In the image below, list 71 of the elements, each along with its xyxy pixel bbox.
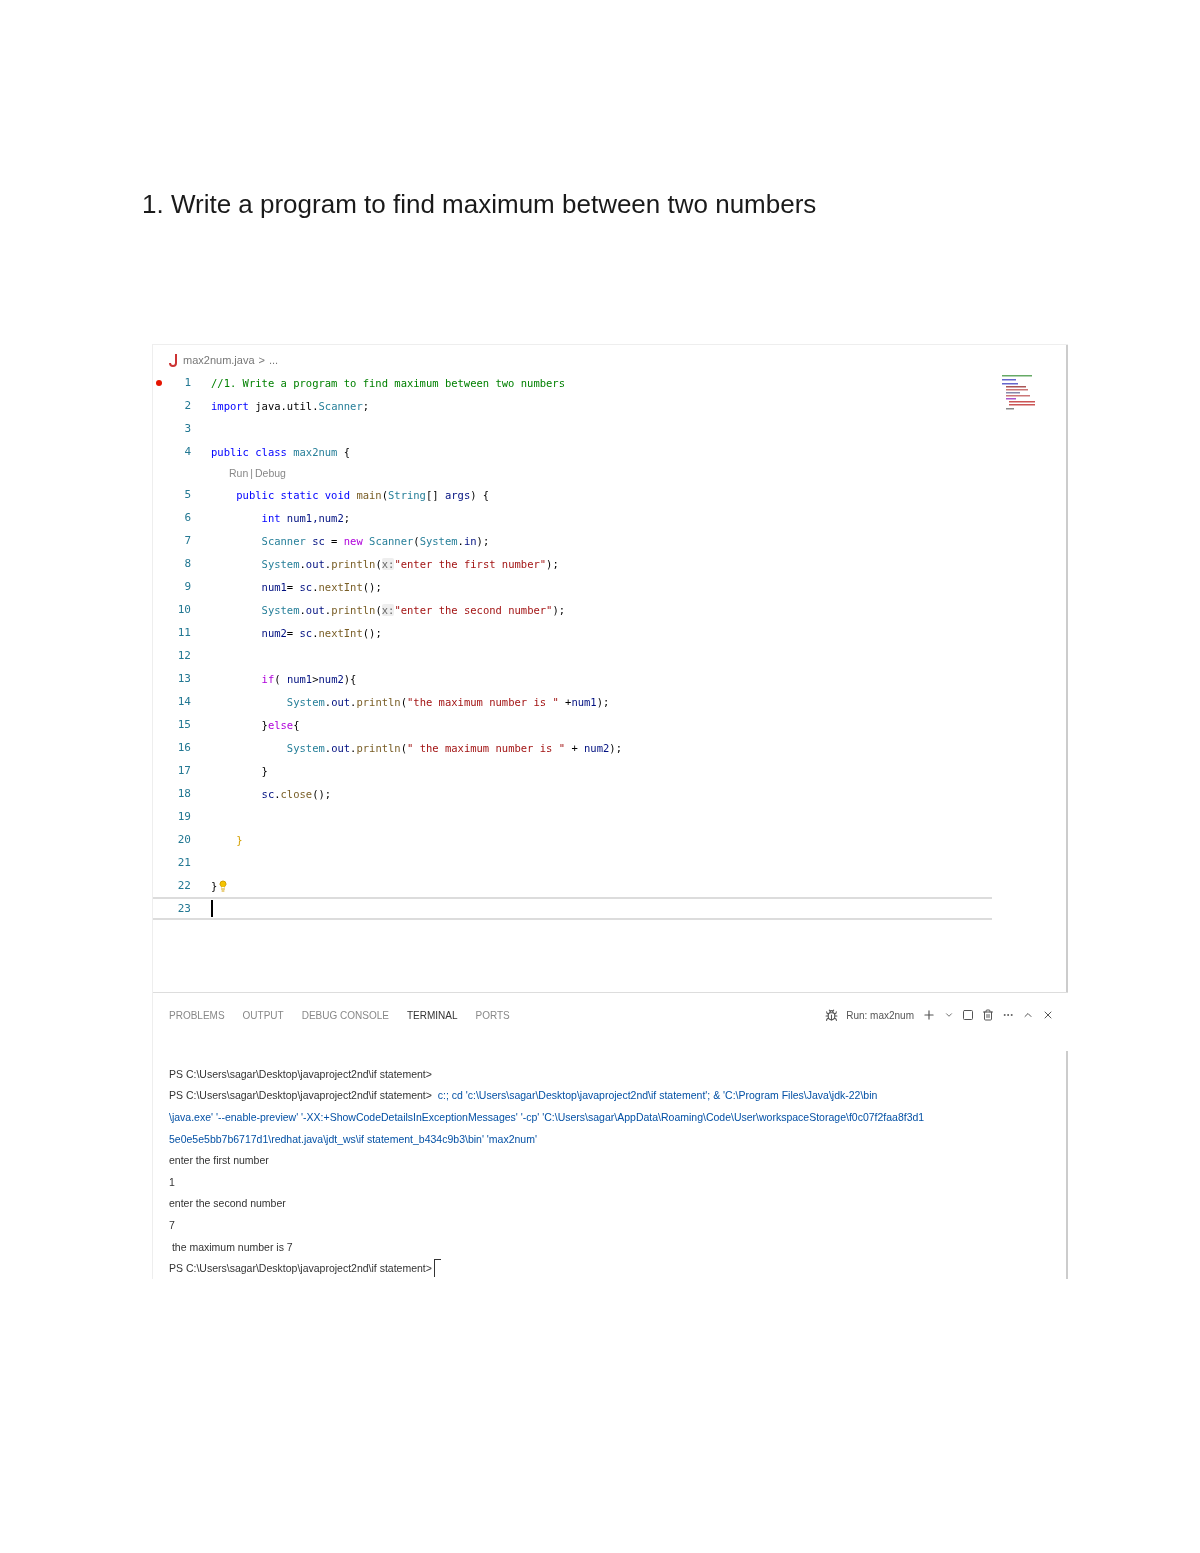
code-line: System.out.println(x:"enter the second number"); <box>260 603 566 616</box>
line-number: 15 <box>176 718 191 731</box>
line-number: 9 <box>183 580 191 593</box>
code-line: System.out.println(" the maximum number is " + num2); <box>285 741 622 754</box>
breadcrumb-separator: > <box>258 354 265 366</box>
panel-tab[interactable]: PROBLEMS <box>169 1009 225 1021</box>
line-number: 17 <box>176 764 191 777</box>
terminal-line: \java.exe' '--enable-preview' '-XX:+ShowCodeDetailsInExceptionMessages' '-cp' 'C:\Users\sagar\AppData\Roaming\Code\User\workspaceStorage\f0c07f2faa8f3d1 <box>169 1111 925 1124</box>
terminal-line: 7 <box>169 1219 175 1231</box>
terminal-line: 5e0e5e5bb7b6717d1\redhat.java\jdt_ws\if statement_b434c9b3\bin' 'max2num' <box>169 1132 537 1145</box>
run-link[interactable]: Run <box>229 467 249 479</box>
line-number: 20 <box>176 833 191 846</box>
breadcrumb-file[interactable]: max2num.java <box>183 354 255 366</box>
line-number: 12 <box>176 649 191 662</box>
terminal-line: the maximum number is 7 <box>170 1240 293 1253</box>
line-number: 6 <box>183 511 191 524</box>
line-number: 7 <box>183 534 191 547</box>
code-line: num1= sc.nextInt(); <box>260 580 382 593</box>
line-number: 11 <box>176 626 191 639</box>
panel-tab[interactable]: OUTPUT <box>242 1009 284 1021</box>
code-line: num2= sc.nextInt(); <box>260 626 382 639</box>
add-icon[interactable] <box>922 1008 936 1023</box>
line-number: 21 <box>176 856 191 869</box>
terminal-name[interactable]: Run: max2num <box>846 1009 914 1021</box>
panel-tab[interactable]: DEBUG CONSOLE <box>301 1009 389 1021</box>
debug-icon[interactable] <box>825 1008 839 1022</box>
line-number: 1 <box>183 376 191 389</box>
line-number: 2 <box>183 399 191 412</box>
code-line: } <box>260 764 268 777</box>
code-line: Scanner sc = new Scanner(System.in); <box>260 534 490 547</box>
code-line: if( num1>num2){ <box>260 672 357 685</box>
line-number: 10 <box>176 603 191 616</box>
line-number: 16 <box>176 741 191 754</box>
line-number: 23 <box>176 902 191 915</box>
split-icon[interactable] <box>962 1009 974 1022</box>
text-cursor <box>211 900 213 917</box>
panel-tab[interactable]: TERMINAL <box>406 1009 458 1021</box>
breadcrumb-more[interactable]: ... <box>269 354 279 366</box>
code-line: System.out.println(x:"enter the first number"); <box>260 557 559 570</box>
code-line: }else{ <box>260 718 300 731</box>
page-heading: 1. Write a program to find maximum between two numbers <box>142 188 818 220</box>
terminal-line: enter the second number <box>169 1197 286 1210</box>
line-number: 3 <box>183 422 191 435</box>
code-line: System.out.println("the maximum number is " +num1); <box>285 695 610 708</box>
terminal-line: PS C:\Users\sagar\Desktop\javaproject2nd\if statement> <box>169 1262 432 1275</box>
code-line: int num1,num2; <box>260 511 351 524</box>
java-file-icon <box>169 353 179 367</box>
trash-icon[interactable] <box>982 1009 994 1022</box>
terminal-line: enter the first number <box>169 1154 269 1167</box>
terminal-line: 1 <box>169 1175 175 1188</box>
line-number: 22 <box>176 879 191 892</box>
codelens-separator: | <box>250 467 253 479</box>
terminal-line: PS C:\Users\sagar\Desktop\javaproject2nd\if statement> c:; cd 'c:\Users\sagar\Desktop\javaproject2nd\if statement'; & 'C:\Program Files\Java\jdk-22\bin <box>169 1089 878 1102</box>
code-line: public class max2num { <box>211 445 351 458</box>
line-number: 8 <box>183 557 191 570</box>
line-number: 18 <box>176 787 191 800</box>
code-line: } <box>235 833 243 846</box>
code-line: } <box>211 879 218 892</box>
debug-link[interactable]: Debug <box>255 467 286 479</box>
line-number: 13 <box>176 672 191 685</box>
line-number: 5 <box>183 488 191 501</box>
line-number: 4 <box>183 445 191 458</box>
line-number: 14 <box>176 695 191 708</box>
code-line: public static void main(String[] args) { <box>235 488 490 501</box>
panel-tab[interactable]: PORTS <box>475 1009 510 1021</box>
code-line: //1. Write a program to find maximum between two numbers <box>211 376 565 389</box>
code-line: import java.util.Scanner; <box>211 399 370 412</box>
breakpoint-dot[interactable] <box>156 379 162 386</box>
line-number: 19 <box>176 810 191 823</box>
code-line: sc.close(); <box>260 787 332 800</box>
terminal-line: PS C:\Users\sagar\Desktop\javaproject2nd\if statement> <box>169 1067 432 1080</box>
